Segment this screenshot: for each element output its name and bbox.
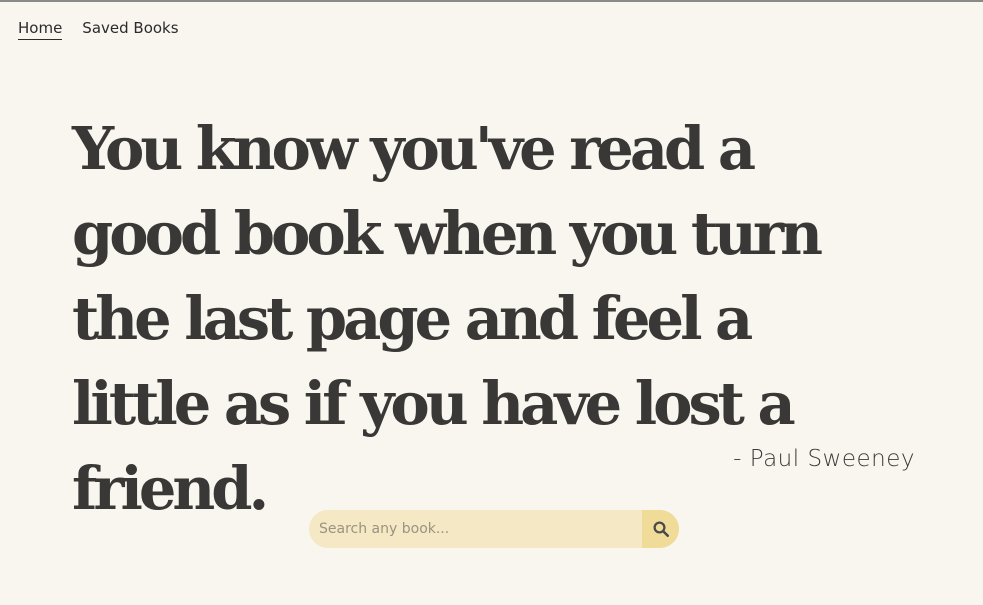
search-form [309,510,679,548]
nav-link-home[interactable]: Home [18,19,63,40]
search-input[interactable] [309,510,642,548]
main-nav: Home Saved Books [18,19,179,40]
search-button[interactable] [642,510,679,548]
search-icon [653,521,669,538]
quote-author: - Paul Sweeney [733,446,915,472]
nav-link-saved-books[interactable]: Saved Books [82,19,178,40]
top-border [0,0,983,2]
